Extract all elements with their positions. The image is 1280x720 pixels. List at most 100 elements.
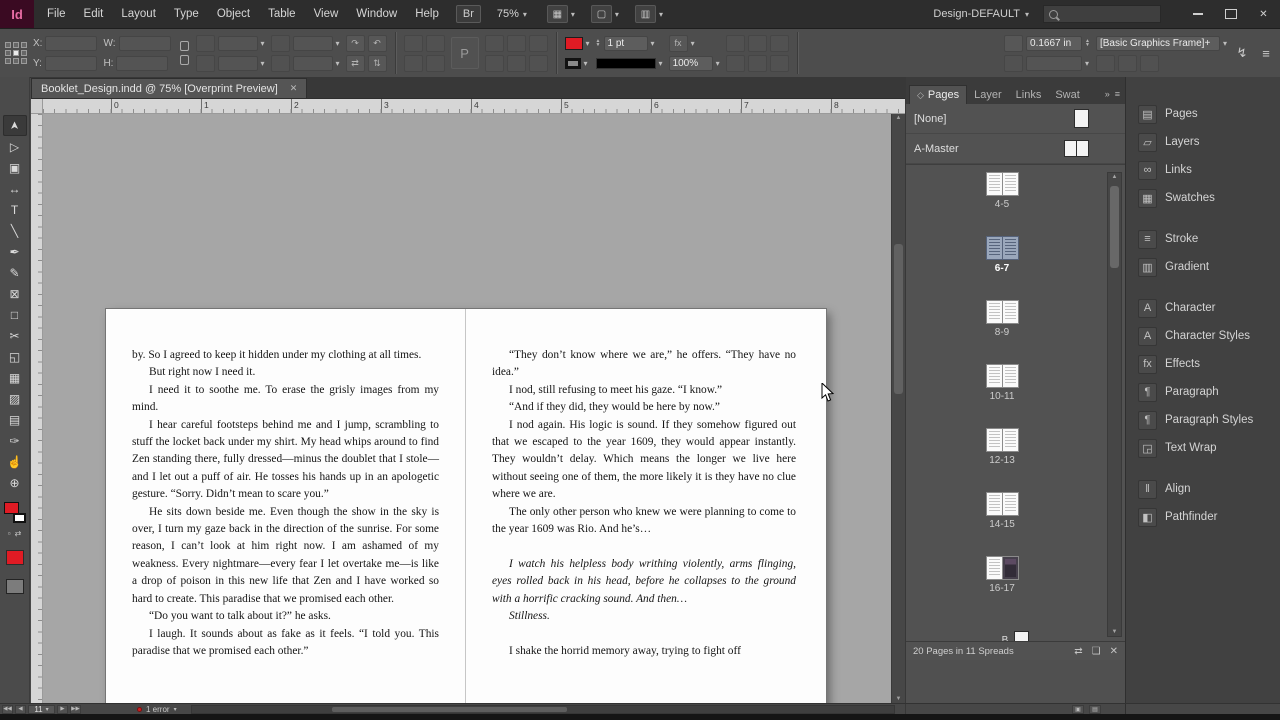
menu-help[interactable]: Help (406, 0, 448, 28)
previous-page-button[interactable]: ◀ (15, 704, 26, 714)
menu-window[interactable]: Window (347, 0, 406, 28)
align-icon-2[interactable] (506, 34, 526, 52)
vertical-ruler[interactable] (31, 114, 43, 703)
text-wrap-icon-1[interactable] (725, 34, 745, 52)
document-tab[interactable]: Booklet_Design.indd @ 75% [Overprint Pre… (31, 78, 308, 98)
rectangle-tool[interactable]: □ (3, 304, 27, 325)
dock-item-align[interactable]: ‖ Align (1126, 475, 1280, 503)
mini-panel-icon-2[interactable]: ▤ (1089, 704, 1101, 714)
menu-view[interactable]: View (305, 0, 348, 28)
close-button[interactable]: ✕ (1247, 2, 1280, 26)
height-field[interactable] (116, 55, 169, 71)
text-wrap-icon-3[interactable] (769, 34, 789, 52)
stroke-color-swatch[interactable] (564, 57, 581, 69)
select-next-icon[interactable] (425, 54, 445, 72)
quick-apply-icon[interactable]: ↯ (1233, 36, 1251, 70)
menu-table[interactable]: Table (259, 0, 305, 28)
delete-page-icon[interactable]: ✕ (1110, 646, 1118, 657)
chevron-down-icon[interactable]: ▾ (659, 59, 663, 68)
dock-item-gradient[interactable]: ▥ Gradient (1126, 253, 1280, 281)
dock-item-layers[interactable]: ▱ Layers (1126, 128, 1280, 156)
pasteboard[interactable]: by. So I agreed to keep it hidden under … (43, 114, 891, 703)
spread-next-partial[interactable]: B (906, 620, 1125, 641)
rectangle-frame-tool[interactable]: ⊠ (3, 283, 27, 304)
next-page-button[interactable]: ▶ (57, 704, 68, 714)
menu-file[interactable]: File (38, 0, 75, 28)
chevron-down-icon[interactable]: ▾ (586, 39, 590, 48)
close-icon[interactable]: ✕ (290, 83, 298, 94)
rotation-angle-field[interactable] (292, 35, 333, 51)
menu-type[interactable]: Type (165, 0, 208, 28)
selection-tool[interactable]: ➤ (2, 115, 27, 136)
width-field[interactable] (118, 35, 171, 51)
effects-icon[interactable]: fx (668, 34, 688, 52)
minimize-button[interactable] (1181, 2, 1214, 26)
pages-scrollbar[interactable]: ▲ ▼ (1107, 172, 1122, 637)
rotate-90-ccw-icon[interactable]: ↶ (367, 34, 387, 52)
object-style-icon-2[interactable] (1117, 54, 1137, 72)
chevron-down-icon[interactable]: ▾ (261, 39, 265, 48)
pages-scroll-thumb[interactable] (1110, 186, 1119, 268)
tab-layers[interactable]: Layer (967, 85, 1009, 104)
text-frame-left[interactable]: by. So I agreed to keep it hidden under … (132, 347, 439, 660)
app-logo[interactable]: Id (0, 0, 34, 28)
select-container-icon[interactable] (403, 34, 423, 52)
menu-edit[interactable]: Edit (75, 0, 113, 28)
flip-vertical-icon[interactable]: ⇅ (367, 54, 387, 72)
chevron-down-icon[interactable]: ▾ (1223, 39, 1227, 48)
spread-4-5[interactable]: 4-5 (906, 172, 1098, 236)
last-page-button[interactable]: ▶▶ (70, 704, 81, 714)
stroke-color-indicator[interactable] (12, 513, 26, 523)
dock-item-effects[interactable]: fx Effects (1126, 350, 1280, 378)
pencil-tool[interactable]: ✎ (3, 262, 27, 283)
scroll-down-icon[interactable]: ▼ (892, 696, 905, 702)
frame-fitting-icon-2[interactable] (747, 54, 767, 72)
distribute-icon-3[interactable] (528, 54, 548, 72)
horizontal-ruler[interactable]: 0 1 2 3 4 5 6 7 8 (43, 99, 905, 114)
gap-stepper[interactable]: ▲ ▼ (1085, 39, 1090, 48)
dock-item-paragraph[interactable]: ¶ Paragraph (1126, 378, 1280, 406)
fill-stroke-proxy[interactable] (3, 502, 26, 523)
gradient-feather-tool[interactable]: ▨ (3, 388, 27, 409)
frame-fitting-icon-3[interactable] (769, 54, 789, 72)
align-icon-1[interactable] (484, 34, 504, 52)
page-tool[interactable]: ▣ (3, 157, 27, 178)
type-tool[interactable]: T (3, 199, 27, 220)
corner-radius-field[interactable] (1026, 55, 1083, 71)
spread-16-17[interactable]: 16-17 (906, 556, 1098, 620)
opacity-field[interactable]: 100% (668, 55, 713, 71)
scroll-up-icon[interactable]: ▲ (892, 115, 905, 121)
dock-item-character-styles[interactable]: A Character Styles (1126, 322, 1280, 350)
chevron-down-icon[interactable]: ▾ (336, 59, 340, 68)
restore-button[interactable] (1214, 2, 1247, 26)
spread-12-13[interactable]: 12-13 (906, 428, 1098, 492)
zoom-level-select[interactable]: 75% ▾ (497, 8, 527, 20)
gradient-swatch-tool[interactable]: ▦ (3, 367, 27, 388)
free-transform-tool[interactable]: ◱ (3, 346, 27, 367)
horizontal-scroll-thumb[interactable] (331, 706, 567, 712)
arrange-documents-button[interactable]: ▦ ▾ (546, 5, 575, 23)
align-icon-3[interactable] (528, 34, 548, 52)
vertical-scrollbar[interactable]: ▲ ▼ (891, 114, 905, 703)
bridge-button[interactable]: Br (455, 5, 481, 23)
object-style-select[interactable]: [Basic Graphics Frame]+ (1095, 35, 1220, 51)
fill-color-indicator[interactable] (3, 502, 19, 514)
stroke-weight-field[interactable]: 1 pt (603, 35, 648, 51)
direct-selection-tool[interactable]: ▷ (3, 136, 27, 157)
dock-item-stroke[interactable]: ≡ Stroke (1126, 225, 1280, 253)
workspace-switcher[interactable]: Design-DEFAULT ▾ (933, 8, 1029, 20)
hand-tool[interactable]: ☝ (3, 451, 27, 472)
dock-item-text-wrap[interactable]: ◲ Text Wrap (1126, 434, 1280, 462)
text-frame-right[interactable]: “They don’t know where we are,” he offer… (492, 347, 796, 660)
tab-swatches[interactable]: Swat (1048, 85, 1086, 104)
dock-item-pathfinder[interactable]: ◧ Pathfinder (1126, 503, 1280, 531)
horizontal-scrollbar[interactable] (190, 704, 895, 714)
dock-item-swatches[interactable]: ▦ Swatches (1126, 184, 1280, 212)
reference-point-selector[interactable] (5, 42, 27, 64)
menu-layout[interactable]: Layout (112, 0, 165, 28)
page-spread[interactable]: by. So I agreed to keep it hidden under … (105, 308, 827, 703)
scale-y-field[interactable] (217, 55, 258, 71)
page-right[interactable]: “They don’t know where we are,” he offer… (466, 309, 826, 703)
select-previous-icon[interactable] (403, 54, 423, 72)
dock-item-pages[interactable]: ▤ Pages (1126, 100, 1280, 128)
